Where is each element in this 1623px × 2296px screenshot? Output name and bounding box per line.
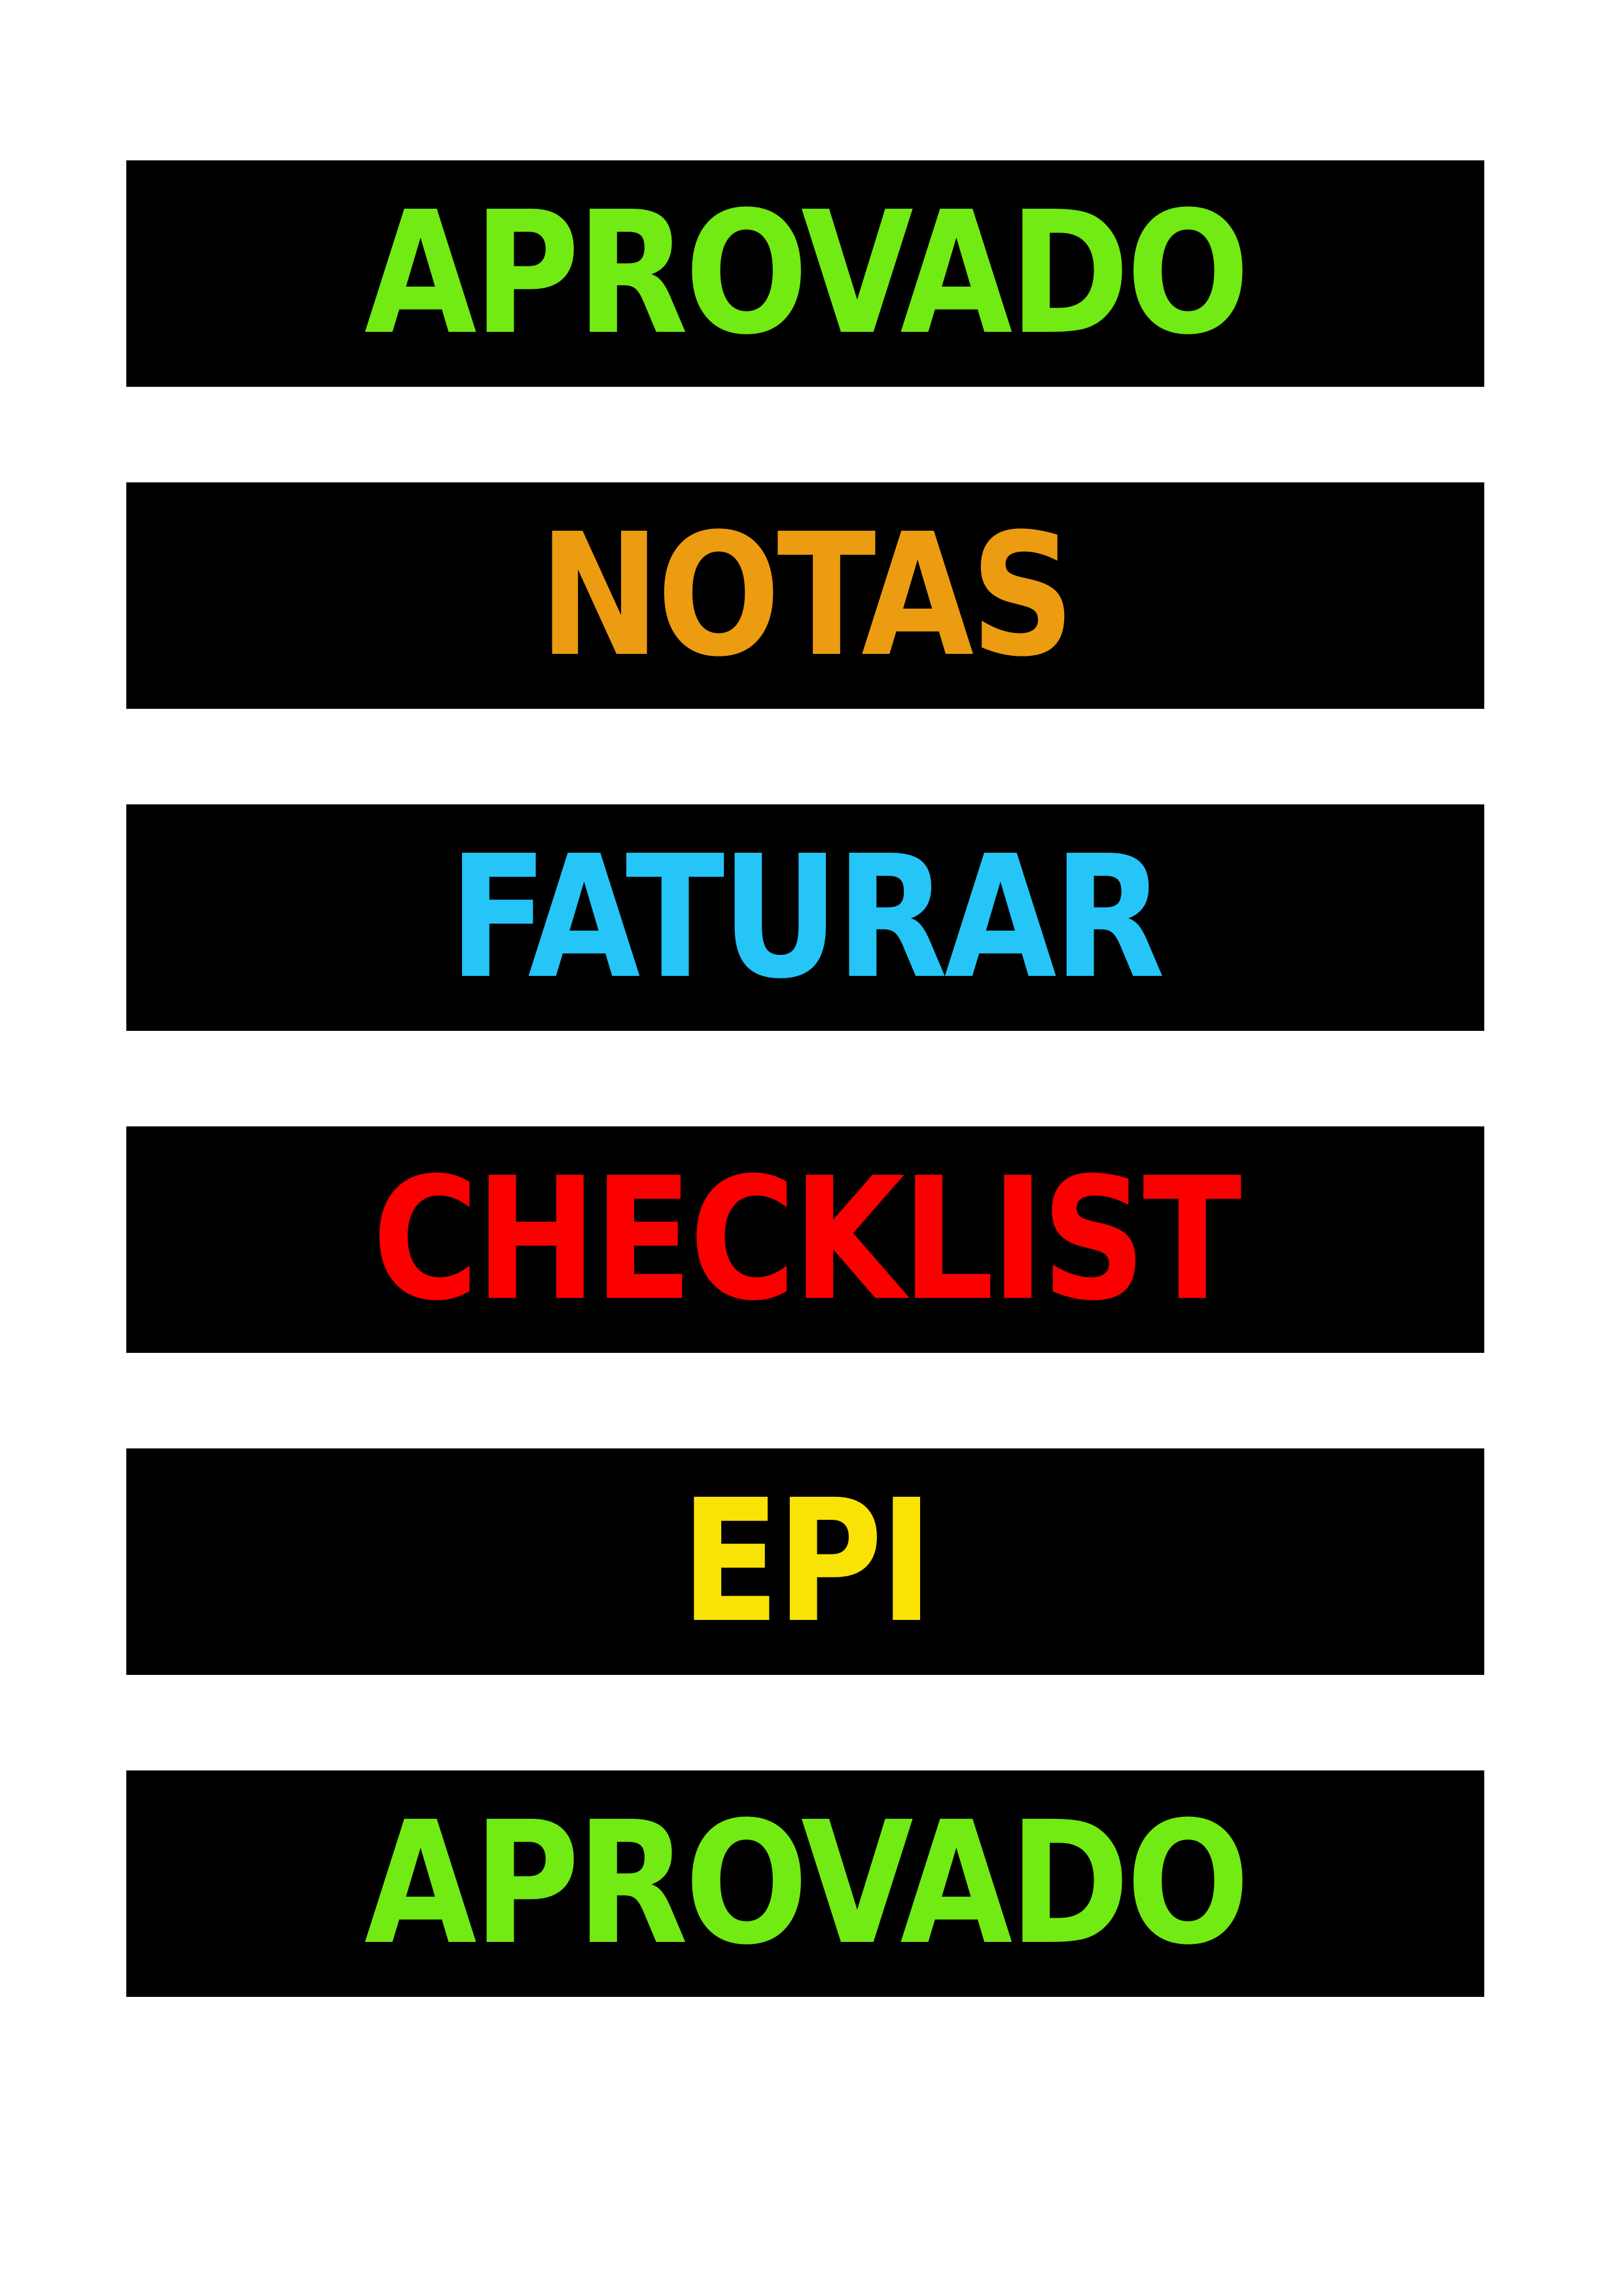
- label-band-checklist: CHECKLIST: [126, 1126, 1484, 1353]
- label-sheet: APROVADO NOTAS FATURAR CHECKLIST EPI APR…: [0, 0, 1623, 2296]
- label-text: EPI: [680, 1463, 933, 1660]
- label-band-aprovado-2: APROVADO: [126, 1770, 1484, 1997]
- label-text: APROVADO: [364, 1785, 1250, 1982]
- label-text: CHECKLIST: [372, 1141, 1242, 1338]
- label-band-notas: NOTAS: [126, 482, 1484, 709]
- label-band-faturar: FATURAR: [126, 804, 1484, 1031]
- label-text: APROVADO: [364, 175, 1250, 372]
- label-band-aprovado: APROVADO: [126, 160, 1484, 387]
- label-band-epi: EPI: [126, 1448, 1484, 1675]
- label-text: FATURAR: [448, 819, 1166, 1016]
- label-text: NOTAS: [539, 497, 1075, 694]
